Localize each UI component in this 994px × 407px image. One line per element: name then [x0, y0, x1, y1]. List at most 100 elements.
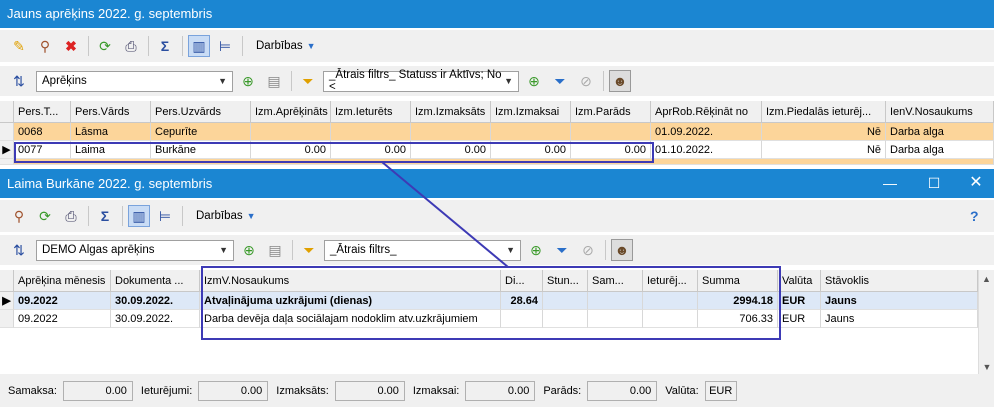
list-arrows-icon[interactable]: ⇅	[8, 239, 30, 261]
chevron-down-icon: ▼	[246, 211, 256, 221]
sum-icon[interactable]: Σ	[94, 205, 116, 227]
row-indicator	[0, 123, 14, 141]
tree-view-icon[interactable]: ⊨	[154, 205, 176, 227]
close-button[interactable]: ✕	[956, 169, 994, 197]
clear-filter-icon[interactable]: ⊘	[575, 70, 597, 92]
table-row[interactable]: 0068 Lāsma Cepurīte 01.09.2022. Nē Darba…	[0, 123, 994, 141]
minimize-button[interactable]: —	[870, 169, 910, 197]
row-indicator	[0, 310, 14, 328]
column-header[interactable]: Stāvoklis	[821, 270, 978, 291]
view-list-icon[interactable]: ▤	[263, 70, 285, 92]
chevron-down-icon: ▼	[306, 41, 316, 51]
edit-icon[interactable]: ✎	[8, 35, 30, 57]
clear-filter-icon[interactable]: ⊘	[577, 239, 599, 261]
cell: 01.10.2022.	[651, 141, 762, 159]
refresh-icon[interactable]: ⟳	[34, 205, 56, 227]
window1-title: Jauns aprēķins 2022. g. septembris	[7, 6, 213, 21]
add-filter-icon[interactable]: ⊕	[525, 239, 547, 261]
parads-field: 0.00	[587, 380, 658, 401]
tree-view-icon[interactable]: ⊨	[214, 35, 236, 57]
toolbar-separator	[292, 240, 293, 260]
column-header[interactable]: Izm.Piedalās ieturēj...	[762, 101, 886, 122]
scroll-down-icon[interactable]: ▼	[979, 362, 994, 372]
view-list-icon[interactable]: ▤	[264, 239, 286, 261]
column-header[interactable]: IenV.Nosaukums	[886, 101, 994, 122]
binoculars-icon[interactable]: ⚲	[8, 205, 30, 227]
view-select[interactable]: DEMO Algas aprēķins ▼	[36, 239, 234, 261]
cell	[331, 123, 411, 141]
refresh-icon[interactable]: ⟳	[94, 35, 116, 57]
cell: Lāsma	[71, 123, 151, 141]
cell: EUR	[778, 292, 821, 310]
add-view-icon[interactable]: ⊕	[237, 70, 259, 92]
ieturejumi-label: Ieturējumi:	[140, 384, 193, 397]
scroll-up-icon[interactable]: ▲	[979, 274, 994, 284]
cell: 30.09.2022.	[111, 292, 200, 310]
sum-icon[interactable]: Σ	[154, 35, 176, 57]
column-header[interactable]: Pers.T...	[14, 101, 71, 122]
filter-settings-icon[interactable]: ⏷	[549, 70, 571, 92]
cell: 01.09.2022.	[651, 123, 762, 141]
window2-title: Laima Burkāne 2022. g. septembris	[7, 176, 213, 191]
cell: Darba alga	[886, 123, 994, 141]
current-row-arrow-icon: ▶	[0, 292, 14, 310]
toolbar-separator	[122, 206, 123, 226]
add-view-icon[interactable]: ⊕	[238, 239, 260, 261]
toolbar-separator	[88, 206, 89, 226]
samaksa-field: 0.00	[62, 380, 133, 401]
valuta-field: EUR	[704, 380, 737, 401]
column-header[interactable]: Pers.Uzvārds	[151, 101, 251, 122]
column-header[interactable]: AprRob.Rēķināt no	[651, 101, 762, 122]
view-select-value: DEMO Algas aprēķins	[42, 244, 155, 256]
column-header[interactable]: Valūta	[778, 270, 821, 291]
add-filter-icon[interactable]: ⊕	[523, 70, 545, 92]
column-header[interactable]: Pers.Vārds	[71, 101, 151, 122]
toolbar-separator	[242, 36, 243, 56]
binoculars-icon[interactable]: ⚲	[34, 35, 56, 57]
column-header[interactable]: Izm.Parāds	[571, 101, 651, 122]
actions-menu-button[interactable]: Darbības ▼	[196, 210, 256, 222]
cell: Nē	[762, 141, 886, 159]
column-header[interactable]: Izm.Izmaksai	[491, 101, 571, 122]
toolbar-separator	[605, 240, 606, 260]
window2-toolbar: ⚲ ⟳ ⎙ Σ ▥ ⊨ Darbības ▼ ?	[0, 200, 994, 232]
column-header[interactable]: Dokumenta ...	[111, 270, 200, 291]
filter-icon[interactable]: ⏷	[297, 70, 319, 92]
column-header[interactable]: Izm.Izmaksāts	[411, 101, 491, 122]
annotation-box-details	[201, 266, 781, 340]
columns-view-icon[interactable]: ▥	[188, 35, 210, 57]
help-icon[interactable]: ?	[970, 208, 979, 224]
window1-filterbar: ⇅ Aprēķins ▼ ⊕ ▤ ⏷ _Ātrais filtrs_ Statu…	[0, 66, 994, 96]
cell: Jauns	[821, 310, 978, 328]
print-icon[interactable]: ⎙	[120, 35, 142, 57]
vertical-scrollbar[interactable]: ▲ ▼	[978, 270, 994, 374]
toolbar-separator	[182, 206, 183, 226]
filter-icon[interactable]: ⏷	[298, 239, 320, 261]
toolbar-separator	[148, 36, 149, 56]
column-header[interactable]: Aprēķina mēnesis	[14, 270, 111, 291]
quick-filter-select[interactable]: _Ātrais filtrs_ ▼	[324, 239, 521, 261]
toolbar-separator	[88, 36, 89, 56]
print-icon[interactable]: ⎙	[60, 205, 82, 227]
actions-menu-button[interactable]: Darbības ▼	[256, 40, 316, 52]
quick-filter-value: _Ātrais filtrs_ Statuss ir Aktīvs; No <	[329, 69, 502, 93]
view-select[interactable]: Aprēķins ▼	[36, 70, 233, 92]
window1-grid-header: Pers.T... Pers.Vārds Pers.Uzvārds Izm.Ap…	[0, 101, 994, 123]
cell	[491, 123, 571, 141]
window1-toolbar: ✎ ⚲ ✖ ⟳ ⎙ Σ ▥ ⊨ Darbības ▼	[0, 30, 994, 62]
izmaksats-label: Izmaksāts:	[276, 384, 329, 397]
maximize-button[interactable]: ☐	[914, 169, 954, 197]
samaksa-label: Samaksa:	[8, 384, 57, 397]
person-icon[interactable]: ☻	[609, 70, 631, 92]
list-arrows-icon[interactable]: ⇅	[8, 70, 30, 92]
filter-settings-icon[interactable]: ⏷	[551, 239, 573, 261]
cell	[251, 123, 331, 141]
quick-filter-select[interactable]: _Ātrais filtrs_ Statuss ir Aktīvs; No < …	[323, 69, 519, 93]
columns-view-icon[interactable]: ▥	[128, 205, 150, 227]
delete-icon[interactable]: ✖	[60, 35, 82, 57]
window2-filterbar: ⇅ DEMO Algas aprēķins ▼ ⊕ ▤ ⏷ _Ātrais fi…	[0, 235, 994, 265]
column-header[interactable]: Izm.Ieturēts	[331, 101, 411, 122]
person-icon[interactable]: ☻	[611, 239, 633, 261]
column-header[interactable]: Izm.Aprēķināts	[251, 101, 331, 122]
cell: Jauns	[821, 292, 978, 310]
